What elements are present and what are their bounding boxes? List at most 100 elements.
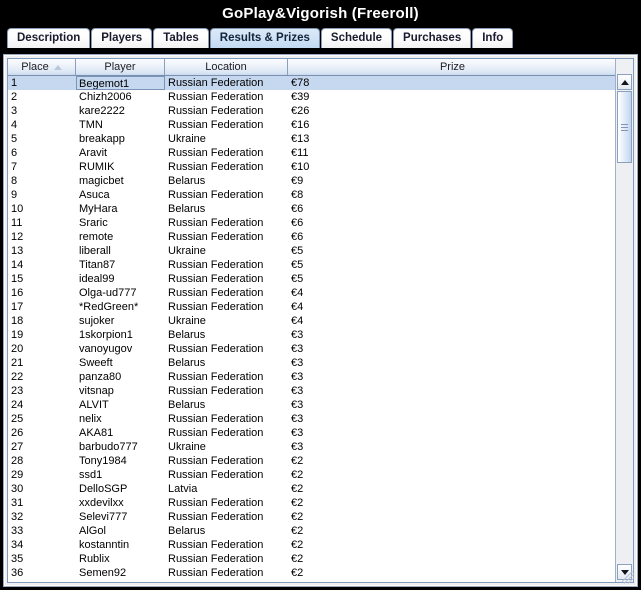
cell-location: Russian Federation xyxy=(168,231,264,243)
cell-prize: €3 xyxy=(291,399,304,411)
cell-place: 5 xyxy=(11,133,18,145)
cell-player: AKA81 xyxy=(79,427,114,439)
cell-place: 10 xyxy=(11,203,24,215)
table-row[interactable]: 3 kare2222 Russian Federation €26 xyxy=(8,104,617,118)
cell-place: 19 xyxy=(11,329,24,341)
scroll-up-button[interactable] xyxy=(617,74,632,90)
cell-prize: €5 xyxy=(291,259,304,271)
table-row[interactable]: 33 AlGol Belarus €2 xyxy=(8,524,617,538)
table-row[interactable]: 25 nelix Russian Federation €3 xyxy=(8,412,617,426)
cell-prize: €2 xyxy=(291,497,304,509)
table-row[interactable]: 2 Chizh2006 Russian Federation €39 xyxy=(8,90,617,104)
resize-grip-icon[interactable] xyxy=(622,571,636,585)
scrollbar-thumb[interactable] xyxy=(617,91,632,163)
cell-prize: €6 xyxy=(291,203,304,215)
column-header-place[interactable]: Place xyxy=(8,59,76,75)
cell-prize: €16 xyxy=(291,119,310,131)
table-row[interactable]: 28 Tony1984 Russian Federation €2 xyxy=(8,454,617,468)
table-row[interactable]: 11 Sraric Russian Federation €6 xyxy=(8,216,617,230)
vertical-scrollbar[interactable] xyxy=(615,59,633,582)
cell-player: remote xyxy=(79,231,114,243)
table-row[interactable]: 15 ideal99 Russian Federation €5 xyxy=(8,272,617,286)
cell-player: DelloSGP xyxy=(79,483,128,495)
table-row[interactable]: 18 sujoker Ukraine €4 xyxy=(8,314,617,328)
column-header-player[interactable]: Player xyxy=(76,59,165,75)
tab-tables[interactable]: Tables xyxy=(153,28,209,48)
tab-description[interactable]: Description xyxy=(7,28,91,48)
table-row[interactable]: 12 remote Russian Federation €6 xyxy=(8,230,617,244)
cell-location: Belarus xyxy=(168,203,206,215)
cell-prize: €3 xyxy=(291,357,304,369)
table-row[interactable]: 1 Begemot1 Russian Federation €78 xyxy=(8,76,617,90)
cell-place: 35 xyxy=(11,553,24,565)
table-row[interactable]: 20 vanoyugov Russian Federation €3 xyxy=(8,342,617,356)
cell-prize: €4 xyxy=(291,301,304,313)
table-row[interactable]: 23 vitsnap Russian Federation €3 xyxy=(8,384,617,398)
cell-location: Russian Federation xyxy=(168,371,264,383)
tab-purchases[interactable]: Purchases xyxy=(393,28,472,48)
cell-player: sujoker xyxy=(79,315,115,327)
cell-place: 29 xyxy=(11,469,24,481)
tab-info[interactable]: Info xyxy=(472,28,514,48)
cell-place: 27 xyxy=(11,441,24,453)
table-row[interactable]: 29 ssd1 Russian Federation €2 xyxy=(8,468,617,482)
cell-location: Belarus xyxy=(168,525,206,537)
cell-location: Russian Federation xyxy=(168,259,264,271)
cell-location: Ukraine xyxy=(168,441,206,453)
cell-player: *RedGreen* xyxy=(79,301,139,313)
cell-player: Asuca xyxy=(79,189,110,201)
cell-prize: €2 xyxy=(291,525,304,537)
table-row[interactable]: 24 ALVIT Belarus €3 xyxy=(8,398,617,412)
table-row[interactable]: 8 magicbet Belarus €9 xyxy=(8,174,617,188)
table-header-row: Place Player Location Prize xyxy=(8,59,617,76)
cell-location: Russian Federation xyxy=(168,343,264,355)
cell-place: 17 xyxy=(11,301,24,313)
application-window: GoPlay&Vigorish (Freeroll) Description Pl… xyxy=(0,0,641,590)
table-row[interactable]: 19 1skorpion1 Belarus €3 xyxy=(8,328,617,342)
cell-location: Russian Federation xyxy=(168,385,264,397)
table-row[interactable]: 9 Asuca Russian Federation €8 xyxy=(8,188,617,202)
table-row[interactable]: 5 breakapp Ukraine €13 xyxy=(8,132,617,146)
table-row[interactable]: 4 TMN Russian Federation €16 xyxy=(8,118,617,132)
cell-place: 1 xyxy=(11,77,18,89)
scrollbar-track[interactable] xyxy=(617,91,632,563)
table-row[interactable]: 32 Selevi777 Russian Federation €2 xyxy=(8,510,617,524)
tab-bar: Description Players Tables Results & Prizes… xyxy=(0,27,641,48)
column-header-label: Player xyxy=(104,61,136,73)
cell-prize: €4 xyxy=(291,287,304,299)
table-row[interactable]: 36 Semen92 Russian Federation €2 xyxy=(8,566,617,580)
cell-player: kostanntin xyxy=(79,539,130,551)
table-row[interactable]: 22 panza80 Russian Federation €3 xyxy=(8,370,617,384)
cell-prize: €3 xyxy=(291,413,304,425)
table-row[interactable]: 34 kostanntin Russian Federation €2 xyxy=(8,538,617,552)
tab-schedule[interactable]: Schedule xyxy=(320,28,393,48)
cell-place: 24 xyxy=(11,399,24,411)
tab-results-prizes[interactable]: Results & Prizes xyxy=(209,28,320,48)
tab-players[interactable]: Players xyxy=(91,28,153,48)
cell-location: Belarus xyxy=(168,399,206,411)
cell-place: 36 xyxy=(11,567,24,579)
cell-place: 7 xyxy=(11,161,18,173)
cell-player: ALVIT xyxy=(79,399,109,411)
table-row[interactable]: 13 liberall Ukraine €5 xyxy=(8,244,617,258)
table-row[interactable]: 30 DelloSGP Latvia €2 xyxy=(8,482,617,496)
table-row[interactable]: 31 xxdevilxx Russian Federation €2 xyxy=(8,496,617,510)
table-row[interactable]: 17 *RedGreen* Russian Federation €4 xyxy=(8,300,617,314)
cell-location: Russian Federation xyxy=(168,119,264,131)
table-row[interactable]: 14 Titan87 Russian Federation €5 xyxy=(8,258,617,272)
table-row[interactable]: 21 Sweeft Belarus €3 xyxy=(8,356,617,370)
cell-prize: €5 xyxy=(291,245,304,257)
column-header-location[interactable]: Location xyxy=(165,59,288,75)
table-row[interactable]: 10 MyHara Belarus €6 xyxy=(8,202,617,216)
table-row[interactable]: 6 Aravit Russian Federation €11 xyxy=(8,146,617,160)
table-row[interactable]: 35 Rublix Russian Federation €2 xyxy=(8,552,617,566)
cell-location: Russian Federation xyxy=(168,455,264,467)
column-header-prize[interactable]: Prize xyxy=(288,59,617,75)
table-row[interactable]: 16 Olga-ud777 Russian Federation €4 xyxy=(8,286,617,300)
cell-player: Selevi777 xyxy=(79,511,128,523)
cell-place: 23 xyxy=(11,385,24,397)
table-row[interactable]: 27 barbudo777 Ukraine €3 xyxy=(8,440,617,454)
cell-prize: €10 xyxy=(291,161,310,173)
table-row[interactable]: 26 AKA81 Russian Federation €3 xyxy=(8,426,617,440)
table-row[interactable]: 7 RUMIK Russian Federation €10 xyxy=(8,160,617,174)
